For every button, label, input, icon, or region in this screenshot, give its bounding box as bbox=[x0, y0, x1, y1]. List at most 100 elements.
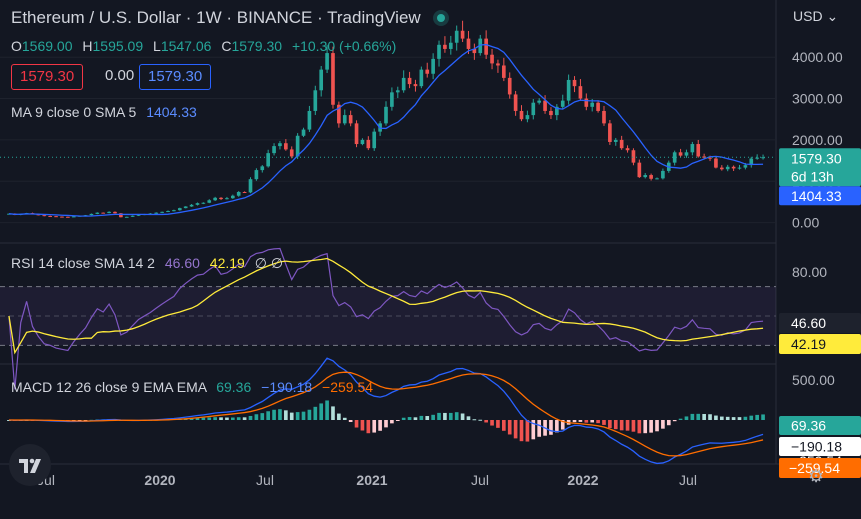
candle bbox=[743, 165, 748, 168]
candle bbox=[543, 100, 547, 111]
candle bbox=[608, 123, 612, 142]
candle bbox=[342, 115, 347, 124]
macd-hist-bar bbox=[390, 420, 394, 424]
low-value: 1547.06 bbox=[160, 38, 212, 54]
macd-hist-bar bbox=[460, 413, 465, 420]
gear-icon[interactable]: ⚙ bbox=[808, 466, 824, 487]
macd-hist-bar bbox=[278, 409, 282, 420]
macd-hist-bar bbox=[619, 420, 624, 431]
macd-hist-bar bbox=[537, 420, 542, 437]
macd-hist-bar bbox=[219, 417, 223, 420]
macd-hist-bar bbox=[749, 415, 754, 420]
macd-hist-bar bbox=[608, 420, 612, 428]
macd-hist-bar bbox=[761, 414, 765, 420]
candle bbox=[130, 215, 135, 217]
macd-hist-bar bbox=[384, 420, 388, 428]
macd-pane[interactable] bbox=[7, 357, 765, 465]
candle bbox=[448, 42, 453, 49]
sell-button[interactable]: 1579.30 bbox=[11, 64, 84, 90]
macd-hist-bar bbox=[513, 420, 518, 439]
candle bbox=[678, 152, 683, 156]
candle bbox=[531, 102, 536, 116]
macd-hist-bar bbox=[737, 417, 742, 420]
macd-hist-bar bbox=[425, 416, 430, 420]
candle bbox=[519, 110, 524, 120]
candle bbox=[236, 192, 241, 196]
candle bbox=[154, 212, 159, 214]
high-value: 1595.09 bbox=[92, 38, 144, 54]
candle bbox=[690, 144, 695, 153]
currency-selector[interactable]: USD ⌄ bbox=[793, 8, 838, 25]
macd-hist-bar bbox=[637, 420, 642, 434]
candle bbox=[189, 204, 194, 207]
candle bbox=[319, 69, 324, 91]
macd-hist-bar bbox=[313, 406, 318, 420]
macd-hist-bar bbox=[443, 412, 447, 420]
candle bbox=[160, 211, 164, 213]
macd-hist-bar bbox=[549, 420, 553, 435]
close-value: 1579.30 bbox=[231, 38, 283, 54]
candle bbox=[124, 216, 129, 218]
macd-hist-bar bbox=[602, 420, 606, 425]
candle bbox=[672, 152, 677, 163]
macd-hist-bar bbox=[295, 412, 300, 420]
macd-hist-bar bbox=[354, 420, 359, 428]
chart-title: Ethereum / U.S. Dollar · 1W · BINANCE · … bbox=[11, 8, 445, 28]
candle bbox=[331, 53, 335, 105]
candle bbox=[401, 77, 406, 91]
macd-hist-bar bbox=[690, 413, 695, 420]
macd-hist-bar bbox=[755, 414, 759, 420]
macd-hist-bar bbox=[395, 420, 400, 421]
macd-hist-bar bbox=[731, 417, 736, 420]
time-tick-label: 2022 bbox=[567, 472, 598, 488]
macd-hist-bar bbox=[331, 406, 335, 420]
macd-hist-badge: 69.36 bbox=[791, 418, 826, 434]
candle bbox=[219, 197, 223, 200]
macd-hist-bar bbox=[248, 415, 253, 420]
rsi-tick-label: 80.00 bbox=[792, 264, 827, 280]
change-value: +10.30 (+0.66%) bbox=[291, 38, 397, 54]
buy-button[interactable]: 1579.30 bbox=[139, 64, 212, 90]
candle bbox=[71, 216, 76, 218]
macd-hist-bar bbox=[472, 419, 477, 421]
candle bbox=[661, 170, 665, 179]
ma-badge: 1404.33 bbox=[791, 188, 842, 204]
candle bbox=[260, 166, 265, 171]
candle bbox=[631, 150, 636, 163]
candle bbox=[266, 153, 270, 167]
macd-hist-bar bbox=[702, 414, 706, 420]
candle bbox=[413, 84, 418, 87]
candle bbox=[596, 102, 600, 111]
macd-hist-bar bbox=[572, 420, 577, 423]
macd-hist-bar bbox=[678, 418, 683, 420]
macd-hist-bar bbox=[743, 416, 748, 420]
time-tick-label: Jul bbox=[679, 472, 697, 488]
macd-hist-bar bbox=[401, 417, 406, 420]
rsi-badge: 46.60 bbox=[791, 315, 826, 331]
macd-legend[interactable]: MACD 12 26 close 9 EMA EMA 69.36 −190.18… bbox=[11, 379, 373, 395]
candle bbox=[719, 167, 724, 170]
candle bbox=[437, 44, 441, 59]
macd-hist-bar bbox=[266, 411, 270, 420]
price-badge: 1579.30 bbox=[791, 150, 842, 166]
macd-hist-bar bbox=[555, 420, 559, 433]
spread-value: 0.00 bbox=[105, 67, 135, 84]
candle bbox=[419, 69, 424, 87]
macd-hist-bar bbox=[578, 420, 583, 422]
macd-hist-bar bbox=[213, 417, 217, 420]
candle bbox=[496, 63, 500, 66]
signal-legend-value: −259.54 bbox=[322, 379, 374, 395]
candle bbox=[590, 102, 595, 107]
time-tick-label: 2020 bbox=[144, 472, 175, 488]
tradingview-logo[interactable] bbox=[9, 444, 51, 486]
macd-hist-legend-value: 69.36 bbox=[216, 379, 252, 395]
candle bbox=[513, 94, 518, 111]
currency-label: USD bbox=[793, 8, 823, 24]
candle bbox=[578, 86, 583, 99]
macd-hist-bar bbox=[366, 420, 371, 434]
rsi-legend[interactable]: RSI 14 close SMA 14 2 46.60 42.19 ∅ ∅ bbox=[11, 255, 283, 272]
ma-legend[interactable]: MA 9 close 0 SMA 5 1404.33 bbox=[11, 104, 197, 120]
candle bbox=[295, 135, 300, 157]
candle bbox=[101, 212, 106, 214]
candle bbox=[177, 208, 182, 211]
